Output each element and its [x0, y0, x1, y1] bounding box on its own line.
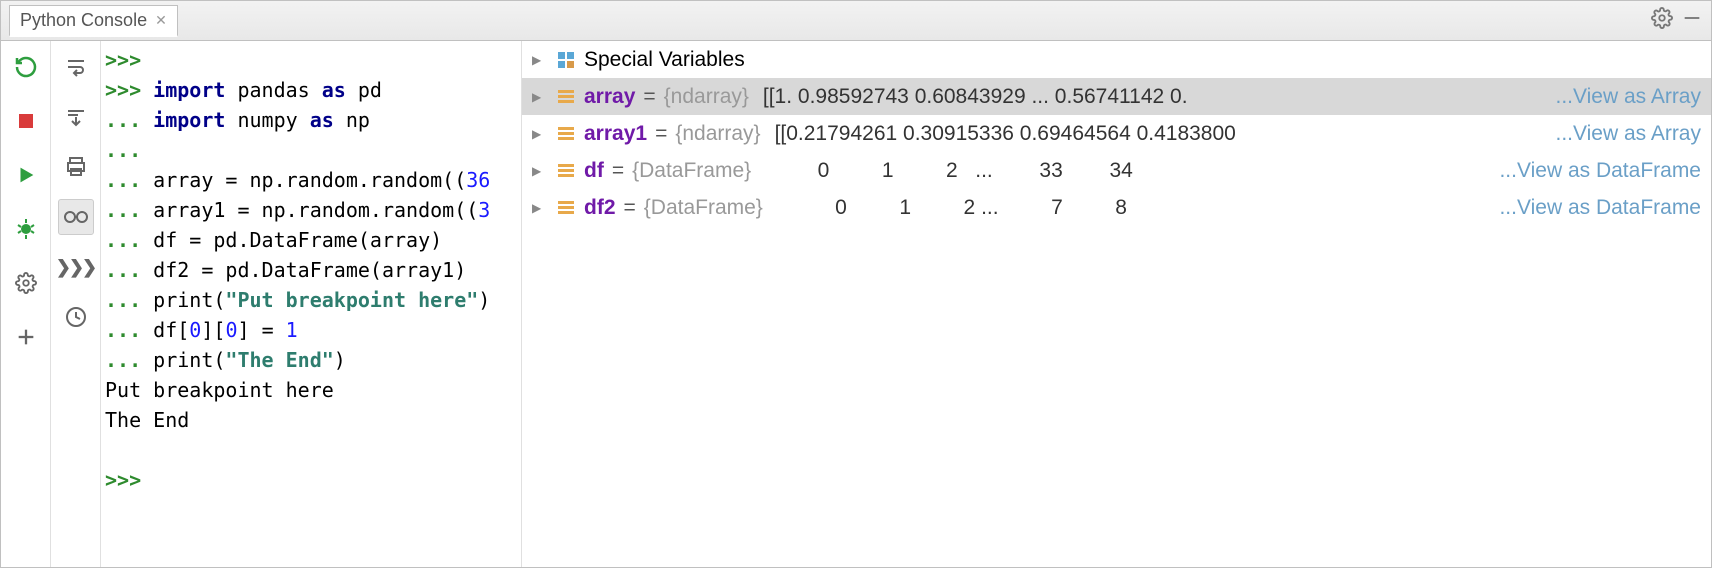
var-equals: = [624, 196, 636, 220]
soft-wrap-icon[interactable] [58, 49, 94, 85]
minimize-icon[interactable] [1681, 7, 1703, 34]
array-icon [556, 124, 576, 144]
tab-python-console[interactable]: Python Console ✕ [9, 5, 178, 37]
special-vars-icon [556, 50, 576, 70]
gear-icon[interactable] [1651, 7, 1673, 34]
var-name: df2 [584, 196, 616, 220]
header-bar: Python Console ✕ [1, 1, 1711, 41]
var-row-array[interactable]: ▶ array = {ndarray} [[1. 0.98592743 0.60… [522, 78, 1711, 115]
prompt-line: ... [105, 138, 141, 162]
prompt-line: ... [105, 258, 153, 282]
prompt-line: ... [105, 288, 153, 312]
var-value: 0 1 2 ... 7 8 [777, 196, 1127, 220]
dataframe-icon [556, 198, 576, 218]
prompt-line: >>> [105, 48, 141, 72]
array-icon [556, 87, 576, 107]
view-as-array-link[interactable]: ...View as Array [1555, 122, 1701, 146]
close-icon[interactable]: ✕ [155, 12, 167, 29]
chevron-right-icon[interactable]: ▶ [532, 127, 548, 141]
debug-icon[interactable] [8, 211, 44, 247]
left-toolbar-1 [1, 41, 51, 567]
special-variables-row[interactable]: ▶ Special Variables [522, 41, 1711, 78]
panel-body: ❯❯❯ >>> >>> import pandas as pd ... impo… [1, 41, 1711, 567]
var-type: {ndarray} [664, 85, 749, 109]
history-icon[interactable] [58, 299, 94, 335]
chevron-right-icon[interactable]: ▶ [532, 90, 548, 104]
var-type: {ndarray} [675, 122, 760, 146]
var-value: [[1. 0.98592743 0.60843929 ... 0.5674114… [763, 85, 1188, 109]
var-equals: = [643, 85, 655, 109]
var-name: array1 [584, 122, 647, 146]
view-as-array-link[interactable]: ...View as Array [1555, 85, 1701, 109]
variables-pane: ▶ Special Variables ▶ array = {ndarray} … [521, 41, 1711, 567]
python-console-panel: Python Console ✕ ❯❯❯ >>> >>> import p [0, 0, 1712, 568]
show-variables-icon[interactable] [58, 199, 94, 235]
var-name: array [584, 85, 635, 109]
output-line: The End [105, 408, 189, 432]
console-output[interactable]: >>> >>> import pandas as pd ... import n… [101, 41, 521, 567]
chevron-right-icon[interactable]: ▶ [532, 201, 548, 215]
left-toolbar-2: ❯❯❯ [51, 41, 101, 567]
var-name: df [584, 159, 604, 183]
view-as-dataframe-link[interactable]: ...View as DataFrame [1499, 196, 1701, 220]
var-row-df2[interactable]: ▶ df2 = {DataFrame} 0 1 2 ... 7 8 ...Vie… [522, 189, 1711, 226]
prompt-line: ... [105, 228, 153, 252]
prompt-line: ... [105, 318, 153, 342]
chevron-right-icon[interactable]: ▶ [532, 53, 548, 67]
rerun-icon[interactable] [8, 49, 44, 85]
var-type: {DataFrame} [644, 196, 763, 220]
var-value: 0 1 2 ... 33 34 [765, 159, 1133, 183]
scroll-to-end-icon[interactable] [58, 99, 94, 135]
stop-icon[interactable] [8, 103, 44, 139]
prompt-line: ... [105, 168, 153, 192]
settings-icon[interactable] [8, 265, 44, 301]
var-equals: = [655, 122, 667, 146]
prompt-line: ... [105, 108, 153, 132]
output-line: Put breakpoint here [105, 378, 334, 402]
var-row-array1[interactable]: ▶ array1 = {ndarray} [[0.21794261 0.3091… [522, 115, 1711, 152]
special-vars-label: Special Variables [584, 48, 745, 72]
prompt-line: >>> [105, 78, 153, 102]
view-as-dataframe-link[interactable]: ...View as DataFrame [1499, 159, 1701, 183]
prompt-line: ... [105, 198, 153, 222]
add-icon[interactable] [8, 319, 44, 355]
chevron-right-icon[interactable]: ▶ [532, 164, 548, 178]
var-type: {DataFrame} [632, 159, 751, 183]
dataframe-icon [556, 161, 576, 181]
browse-history-icon[interactable]: ❯❯❯ [58, 249, 94, 285]
prompt-line: >>> [105, 468, 141, 492]
var-value: [[0.21794261 0.30915336 0.69464564 0.418… [775, 122, 1236, 146]
tab-title: Python Console [20, 10, 147, 31]
run-icon[interactable] [8, 157, 44, 193]
var-equals: = [612, 159, 624, 183]
print-icon[interactable] [58, 149, 94, 185]
prompt-line: ... [105, 348, 153, 372]
var-row-df[interactable]: ▶ df = {DataFrame} 0 1 2 ... 33 34 ...Vi… [522, 152, 1711, 189]
